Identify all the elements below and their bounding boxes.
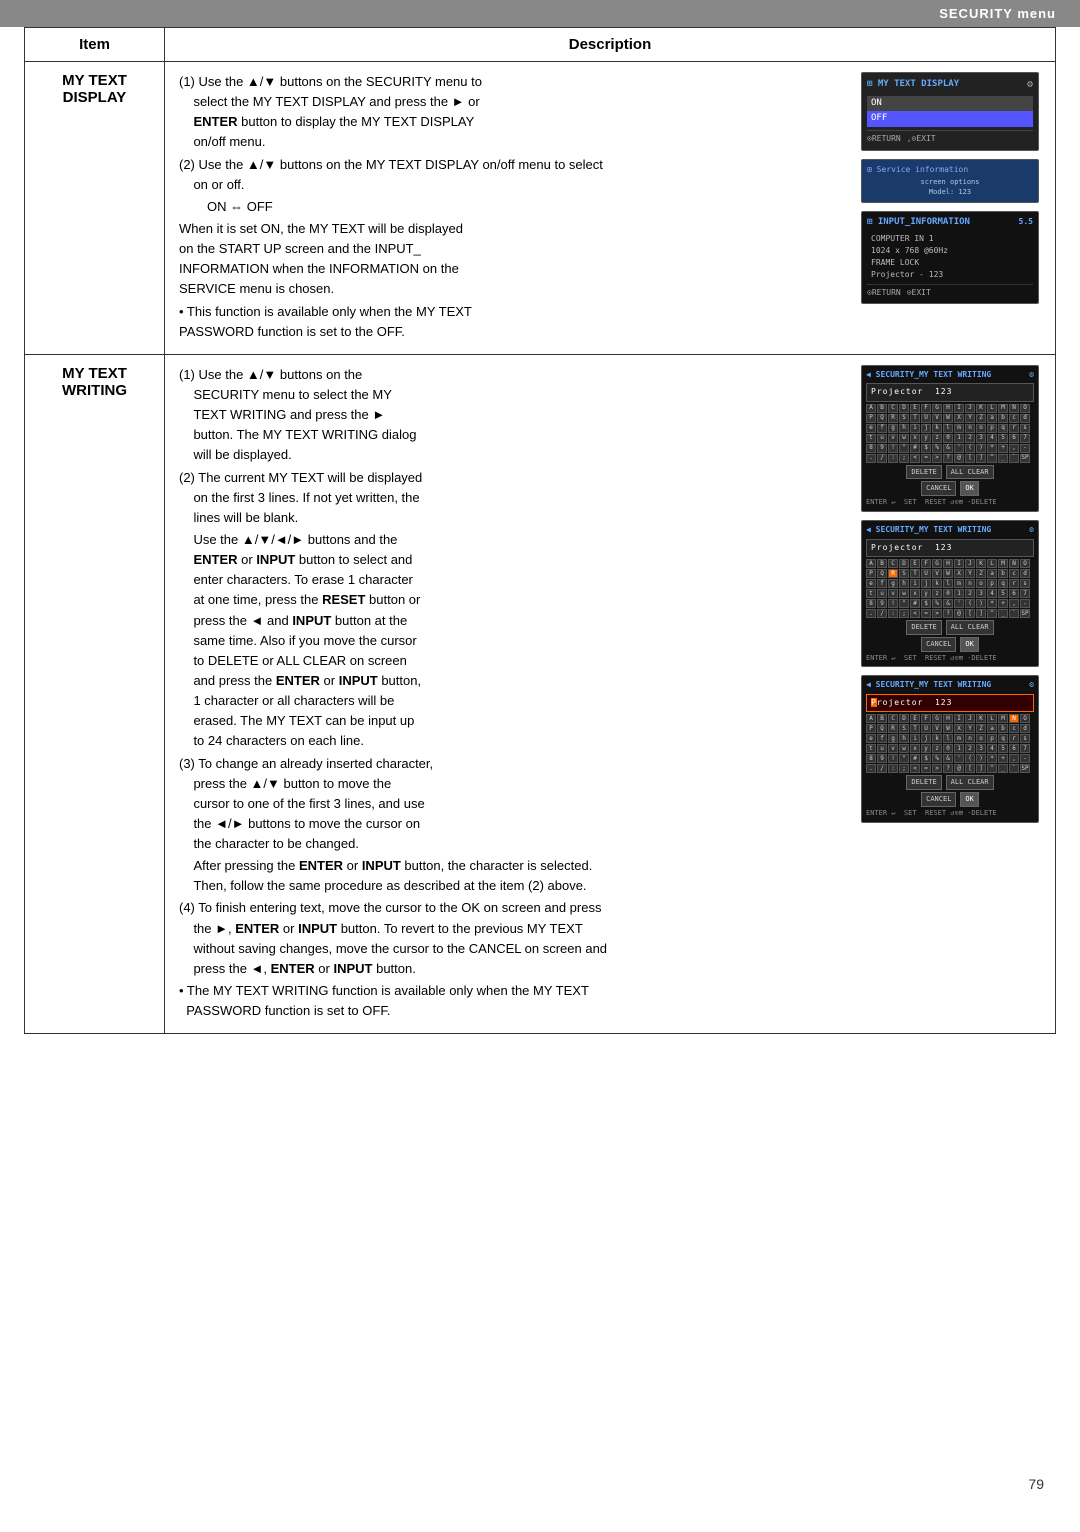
writing-footer-3: ENTER ↵ SET RESET ↺⊙⊞ -DELETE — [866, 808, 1034, 819]
writing-footer-1: ENTER ↵ SET RESET ↺⊙⊞ -DELETE — [866, 497, 1034, 508]
cancel-btn-3: CANCEL — [921, 792, 956, 807]
allclear-btn-1: ALL CLEAR — [946, 465, 994, 480]
writing-buttons-3b: CANCEL OK — [866, 792, 1034, 807]
writing-p5: After pressing the ENTER or INPUT button… — [179, 856, 849, 896]
cancel-btn-2: CANCEL — [921, 637, 956, 652]
writing-keyboard-2: ABCDEFGHIJKLMNO PQRSTUVWXYZabcd efghijkl… — [866, 559, 1034, 618]
desc-screenshots-display: ⊞ MY TEXT DISPLAY ⚙ ON OFF ⊙RETURN ,⊙EXI… — [861, 72, 1041, 304]
writing-buttons-2b: CANCEL OK — [866, 637, 1034, 652]
input-info-title: ⊞ INPUT_INFORMATION 5.5 — [867, 216, 1033, 230]
writing-buttons-2: DELETE ALL CLEAR — [866, 620, 1034, 635]
delete-btn-3: DELETE — [906, 775, 941, 790]
writing-title-2: ◀ SECURITY_MY TEXT WRITING ⚙ — [866, 524, 1034, 536]
desc-p2: (2) Use the ▲/▼ buttons on the MY TEXT D… — [179, 155, 849, 195]
service-text: screen options Model: 123 — [867, 178, 1033, 198]
input-info-text: COMPUTER IN 1 1024 x 768 @60Hz FRAME LOC… — [867, 233, 1033, 281]
screen-display-onoff: ⊞ MY TEXT DISPLAY ⚙ ON OFF ⊙RETURN ,⊙EXI… — [861, 72, 1039, 151]
page-number: 79 — [1028, 1476, 1044, 1492]
item-cell-writing: MY TEXTWRITING — [25, 354, 165, 1034]
screen-title-display: ⊞ MY TEXT DISPLAY ⚙ — [867, 77, 1033, 93]
writing-p1: (1) Use the ▲/▼ buttons on the SECURITY … — [179, 365, 849, 466]
writing-title-3: ◀ SECURITY_MY TEXT WRITING ⚙ — [866, 679, 1034, 691]
screen-writing-3: ◀ SECURITY_MY TEXT WRITING ⚙ Projector 1… — [861, 675, 1039, 822]
desc-text-writing: (1) Use the ▲/▼ buttons on the SECURITY … — [179, 365, 849, 1024]
writing-input-1: Projector 123 — [866, 383, 1034, 401]
desc-row-writing: (1) Use the ▲/▼ buttons on the SECURITY … — [179, 365, 1041, 1024]
input-info-footer: ⊙RETURN ⊙EXIT — [867, 284, 1033, 299]
writing-p3: Use the ▲/▼/◄/► buttons and the ENTER or… — [179, 530, 849, 752]
writing-p4: (3) To change an already inserted charac… — [179, 754, 849, 855]
header-bar: SECURITY menu — [0, 0, 1080, 27]
ok-btn-3: OK — [960, 792, 978, 807]
screen-footer-display: ⊙RETURN ,⊙EXIT — [867, 130, 1033, 145]
item-cell-display: MY TEXTDISPLAY — [25, 62, 165, 355]
writing-p7: • The MY TEXT WRITING function is availa… — [179, 981, 849, 1021]
table-row: MY TEXTWRITING (1) Use the ▲/▼ buttons o… — [25, 354, 1056, 1034]
screen-writing-1: ◀ SECURITY_MY TEXT WRITING ⚙ Projector 1… — [861, 365, 1039, 512]
table-row: MY TEXTDISPLAY (1) Use the ▲/▼ buttons o… — [25, 62, 1056, 355]
desc-p4: When it is set ON, the MY TEXT will be d… — [179, 219, 849, 300]
delete-btn-1: DELETE — [906, 465, 941, 480]
desc-p3: ON ⇔ OFF — [179, 197, 849, 217]
item-label-writing: MY TEXTWRITING — [62, 365, 127, 399]
option-off: OFF — [867, 111, 1033, 127]
desc-p1: (1) Use the ▲/▼ buttons on the SECURITY … — [179, 72, 849, 153]
desc-cell-display: (1) Use the ▲/▼ buttons on the SECURITY … — [165, 62, 1056, 355]
item-label-display: MY TEXTDISPLAY — [62, 72, 127, 106]
writing-input-3: Projector 123 — [866, 694, 1034, 712]
writing-title-1: ◀ SECURITY_MY TEXT WRITING ⚙ — [866, 369, 1034, 381]
col-item-header: Item — [25, 28, 165, 62]
screen-input-info: ⊞ INPUT_INFORMATION 5.5 COMPUTER IN 1 10… — [861, 211, 1039, 304]
screen-service-info: ⊞ Service information screen options Mod… — [861, 159, 1039, 203]
screen-writing-2: ◀ SECURITY_MY TEXT WRITING ⚙ Projector 1… — [861, 520, 1039, 667]
delete-btn-2: DELETE — [906, 620, 941, 635]
writing-input-2: Projector 123 — [866, 539, 1034, 557]
ok-btn-2: OK — [960, 637, 978, 652]
page: SECURITY menu Item Description MY TEXTDI… — [0, 0, 1080, 1532]
allclear-btn-3: ALL CLEAR — [946, 775, 994, 790]
writing-buttons-1b: CANCEL OK — [866, 481, 1034, 496]
desc-cell-writing: (1) Use the ▲/▼ buttons on the SECURITY … — [165, 354, 1056, 1034]
desc-row-display: (1) Use the ▲/▼ buttons on the SECURITY … — [179, 72, 1041, 344]
writing-buttons-3: DELETE ALL CLEAR — [866, 775, 1034, 790]
allclear-btn-2: ALL CLEAR — [946, 620, 994, 635]
writing-buttons-1: DELETE ALL CLEAR — [866, 465, 1034, 480]
writing-keyboard-1: ABCDEFGHIJKLMNO PQRSTUVWXYZabcd efghijkl… — [866, 404, 1034, 463]
gear-icon: ⚙ — [1027, 77, 1033, 93]
writing-footer-2: ENTER ↵ SET RESET ↺⊙⊞ -DELETE — [866, 653, 1034, 664]
writing-p6: (4) To finish entering text, move the cu… — [179, 898, 849, 979]
ok-btn-1: OK — [960, 481, 978, 496]
header-title: SECURITY menu — [939, 6, 1056, 21]
service-title: ⊞ Service information — [867, 164, 1033, 176]
main-table: Item Description MY TEXTDISPLAY (1) Use … — [24, 27, 1056, 1034]
writing-keyboard-3: ABCDEFGHIJKLMNO PQRSTUVWXYZabcd efghijkl… — [866, 714, 1034, 773]
desc-screenshots-writing: ◀ SECURITY_MY TEXT WRITING ⚙ Projector 1… — [861, 365, 1041, 823]
option-on: ON — [867, 96, 1033, 112]
writing-p2: (2) The current MY TEXT will be displaye… — [179, 468, 849, 528]
col-desc-header: Description — [165, 28, 1056, 62]
desc-p5: • This function is available only when t… — [179, 302, 849, 342]
desc-text-display: (1) Use the ▲/▼ buttons on the SECURITY … — [179, 72, 849, 344]
cancel-btn-1: CANCEL — [921, 481, 956, 496]
